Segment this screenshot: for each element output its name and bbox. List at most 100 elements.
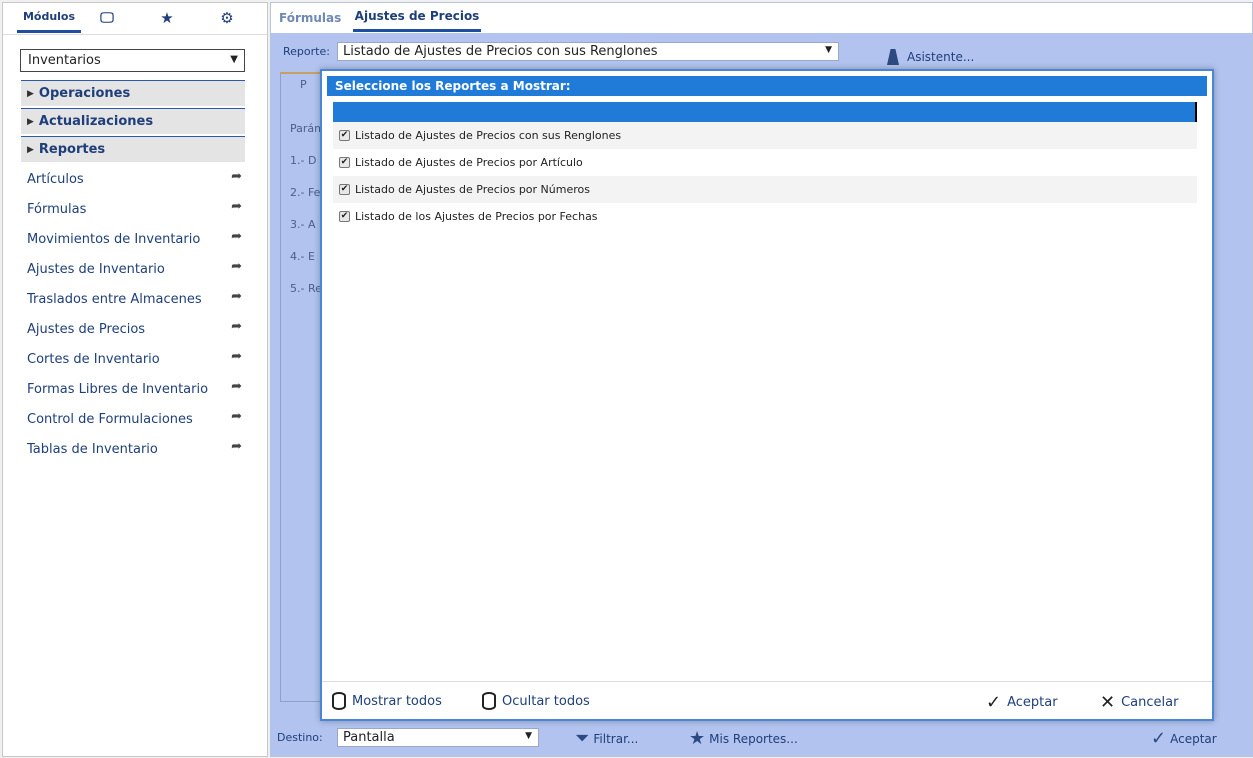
monitor-icon[interactable]: 🖵 (93, 3, 121, 33)
report-tab-bar: Fórmulas Ajustes de Precios (271, 3, 1252, 33)
aceptar-label: Aceptar (1007, 695, 1058, 710)
close-icon: ✕ (1100, 692, 1116, 713)
ocultar-todos-button[interactable]: Ocultar todos (482, 692, 590, 710)
parameter-item: 4.- E (290, 250, 315, 263)
mostrar-todos-label: Mostrar todos (352, 693, 442, 709)
check-icon: ✓ (986, 692, 1002, 713)
report-row[interactable]: ✔ Listado de Ajustes de Precios con sus … (333, 122, 1197, 149)
section-reportes[interactable]: ▶ Reportes (21, 136, 245, 162)
menu-item-label: Formas Libres de Inventario (27, 381, 209, 397)
parameter-item: 1.- D (290, 154, 317, 167)
caret-right-icon: ▶ (27, 116, 34, 127)
menu-item-label: Fórmulas (27, 201, 87, 217)
share-arrow-icon: ➦ (231, 439, 242, 454)
parameters-tab-letter: P (300, 78, 307, 91)
aceptar-main-button[interactable]: ✓ Aceptar (1151, 728, 1217, 749)
aceptar-label: Aceptar (1170, 731, 1217, 746)
menu-item-formas-libres[interactable]: Formas Libres de Inventario ➦ (27, 379, 245, 399)
mostrar-todos-button[interactable]: Mostrar todos (332, 692, 442, 710)
menu-item-label: Tablas de Inventario (27, 441, 158, 457)
wizard-icon (887, 49, 899, 65)
star-icon: ★ (689, 728, 706, 749)
module-select[interactable]: Inventarios ▼ (20, 49, 245, 72)
filtrar-label: Filtrar... (593, 731, 639, 746)
menu-item-label: Control de Formulaciones (27, 411, 193, 427)
menu-item-formulas[interactable]: Fórmulas ➦ (27, 199, 245, 219)
destino-select-value: Pantalla (343, 730, 395, 745)
section-label: Actualizaciones (38, 114, 154, 129)
menu-item-articulos[interactable]: Artículos ➦ (27, 169, 245, 189)
report-row-label: Listado de Ajustes de Precios por Número… (355, 183, 590, 196)
menu-item-cortes[interactable]: Cortes de Inventario ➦ (27, 349, 245, 369)
chevron-down-icon: ▼ (525, 731, 532, 741)
share-arrow-icon: ➦ (231, 319, 242, 334)
parameter-item: 5.- Re (290, 282, 322, 295)
menu-item-control-formulaciones[interactable]: Control de Formulaciones ➦ (27, 409, 245, 429)
dialog-footer: Mostrar todos Ocultar todos ✓ Aceptar ✕ … (322, 681, 1212, 719)
section-actualizaciones[interactable]: ▶ Actualizaciones (21, 108, 245, 134)
check-icon: ✓ (1151, 728, 1167, 749)
menu-item-label: Ajustes de Precios (27, 321, 146, 337)
section-operaciones[interactable]: ▶ Operaciones (21, 80, 245, 106)
report-row[interactable]: ✔ Listado de los Ajustes de Precios por … (333, 203, 1197, 230)
star-icon[interactable]: ★ (153, 3, 181, 33)
aceptar-button[interactable]: ✓ Aceptar (986, 692, 1058, 713)
chevron-down-icon: ▼ (230, 54, 238, 65)
tab-ajustes-precios[interactable]: Ajustes de Precios (353, 3, 481, 32)
menu-item-label: Movimientos de Inventario (27, 231, 201, 247)
destino-select[interactable]: Pantalla ▼ (337, 728, 539, 747)
section-label: Operaciones (38, 86, 131, 101)
report-row[interactable]: ✔ Listado de Ajustes de Precios por Artí… (333, 149, 1197, 176)
left-tab-bar: Módulos 🖵 ★ ⚙ (3, 3, 267, 35)
caret-right-icon: ▶ (27, 88, 34, 99)
report-row[interactable]: ✔ Listado de Ajustes de Precios por Núme… (333, 176, 1197, 203)
report-checkbox[interactable]: ✔ (339, 184, 350, 195)
cancelar-button[interactable]: ✕ Cancelar (1100, 692, 1178, 713)
menu-item-traslados[interactable]: Traslados entre Almacenes ➦ (27, 289, 245, 309)
database-icon (482, 692, 496, 710)
tab-formulas[interactable]: Fórmulas (279, 3, 341, 32)
share-arrow-icon: ➦ (231, 199, 242, 214)
report-select[interactable]: Listado de Ajustes de Precios con sus Re… (337, 42, 839, 61)
menu-item-ajustes-precios[interactable]: Ajustes de Precios ➦ (27, 319, 245, 339)
module-select-value: Inventarios (28, 53, 101, 68)
share-arrow-icon: ➦ (231, 409, 242, 424)
report-checkbox[interactable]: ✔ (339, 157, 350, 168)
mis-reportes-button[interactable]: ★ Mis Reportes... (689, 728, 798, 749)
modules-panel: Módulos 🖵 ★ ⚙ Inventarios ▼ ▶ Operaciones… (2, 2, 268, 757)
section-label: Reportes (38, 142, 106, 157)
report-list-header (333, 102, 1197, 122)
database-icon (332, 692, 346, 710)
report-checkbox[interactable]: ✔ (339, 130, 350, 141)
asistente-label: Asistente... (907, 50, 975, 64)
menu-item-label: Ajustes de Inventario (27, 261, 165, 277)
ocultar-todos-label: Ocultar todos (502, 693, 590, 709)
mis-reportes-label: Mis Reportes... (709, 731, 798, 746)
report-label: Reporte: (283, 45, 330, 58)
tab-modulos[interactable]: Módulos (17, 3, 81, 33)
filtrar-button[interactable]: ⏷ Filtrar... (575, 728, 638, 749)
menu-item-label: Cortes de Inventario (27, 351, 160, 367)
bottom-toolbar: Destino: Pantalla ▼ ⏷ Filtrar... ★ Mis R… (271, 718, 1252, 758)
share-arrow-icon: ➦ (231, 169, 242, 184)
parameter-item: 2.- Fe (290, 186, 321, 199)
parameter-item: 3.- A (290, 218, 316, 231)
report-checkbox[interactable]: ✔ (339, 211, 350, 222)
gears-icon[interactable]: ⚙ (213, 3, 241, 33)
menu-item-tablas[interactable]: Tablas de Inventario ➦ (27, 439, 245, 459)
share-arrow-icon: ➦ (231, 289, 242, 304)
destino-label: Destino: (277, 731, 323, 744)
share-arrow-icon: ➦ (231, 379, 242, 394)
menu-item-movimientos[interactable]: Movimientos de Inventario ➦ (27, 229, 245, 249)
report-row-label: Listado de Ajustes de Precios por Artícu… (355, 156, 583, 169)
menu-item-label: Traslados entre Almacenes (27, 291, 202, 307)
chevron-down-icon: ▼ (825, 45, 832, 55)
report-row-label: Listado de Ajustes de Precios con sus Re… (355, 129, 622, 142)
asistente-button[interactable]: Asistente... (887, 49, 974, 65)
menu-item-ajustes-inventario[interactable]: Ajustes de Inventario ➦ (27, 259, 245, 279)
share-arrow-icon: ➦ (231, 259, 242, 274)
caret-right-icon: ▶ (27, 144, 34, 155)
report-select-value: Listado de Ajustes de Precios con sus Re… (343, 44, 658, 59)
share-arrow-icon: ➦ (231, 229, 242, 244)
menu-item-label: Artículos (27, 171, 84, 187)
